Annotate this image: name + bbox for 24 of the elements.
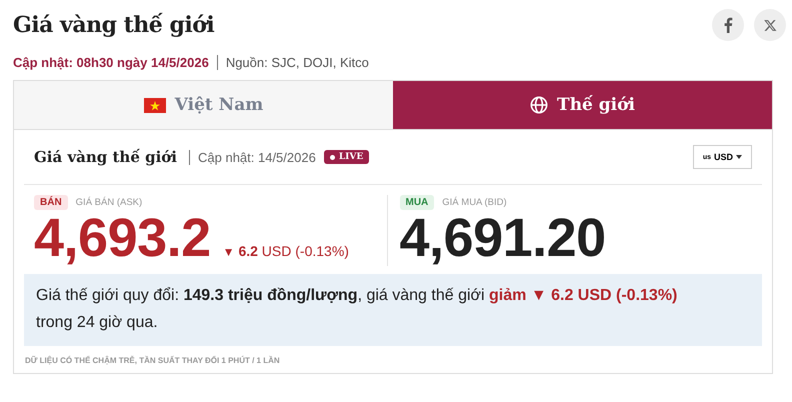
footnote: DỮ LIỆU CÓ THỂ CHẬM TRỄ, TẦN SUẤT THAY ĐỔI 1 PHÚT / 1 LẦN bbox=[24, 356, 281, 365]
flag-icon bbox=[144, 98, 166, 112]
tab[interactable]: Việt Nam bbox=[14, 81, 393, 129]
price-value: 4,691.20 bbox=[400, 210, 606, 266]
price-value: 4,693.2 bbox=[34, 210, 211, 266]
summary-text: Giá thế giới quy đổi: 149.3 triệu đồng/lượng, giá vàng thế giới giảm ▼ 6.2 USD (-0.13%) trong 24 giờ qua. bbox=[24, 274, 762, 346]
panel-title: Giá vàng thế giới bbox=[34, 148, 177, 166]
x-share-button[interactable] bbox=[754, 9, 786, 41]
facebook-icon bbox=[723, 17, 733, 33]
panel-update-time: Cập nhật: 14/5/2026 bbox=[198, 150, 316, 164]
price-label: GIÁ MUA (BID) bbox=[442, 197, 507, 208]
update-time: Cập nhật: 08h30 ngày 14/5/2026 bbox=[13, 54, 209, 70]
price-label: GIÁ BÁN (ASK) bbox=[76, 197, 142, 208]
price-badge: BÁN bbox=[34, 195, 68, 210]
facebook-share-button[interactable] bbox=[712, 9, 744, 41]
live-badge: LIVE bbox=[324, 150, 370, 164]
caret-icon bbox=[736, 155, 742, 159]
globe-icon bbox=[530, 96, 548, 114]
x-logo-icon bbox=[764, 18, 776, 32]
tab[interactable]: Thế giới bbox=[393, 81, 772, 129]
page-title: Giá vàng thế giới bbox=[13, 12, 214, 38]
price-change: ▼ 6.2 USD (-0.13%) bbox=[222, 243, 349, 259]
source-text: Nguồn: SJC, DOJI, Kitco bbox=[226, 54, 369, 70]
price-badge: MUA bbox=[400, 195, 434, 210]
